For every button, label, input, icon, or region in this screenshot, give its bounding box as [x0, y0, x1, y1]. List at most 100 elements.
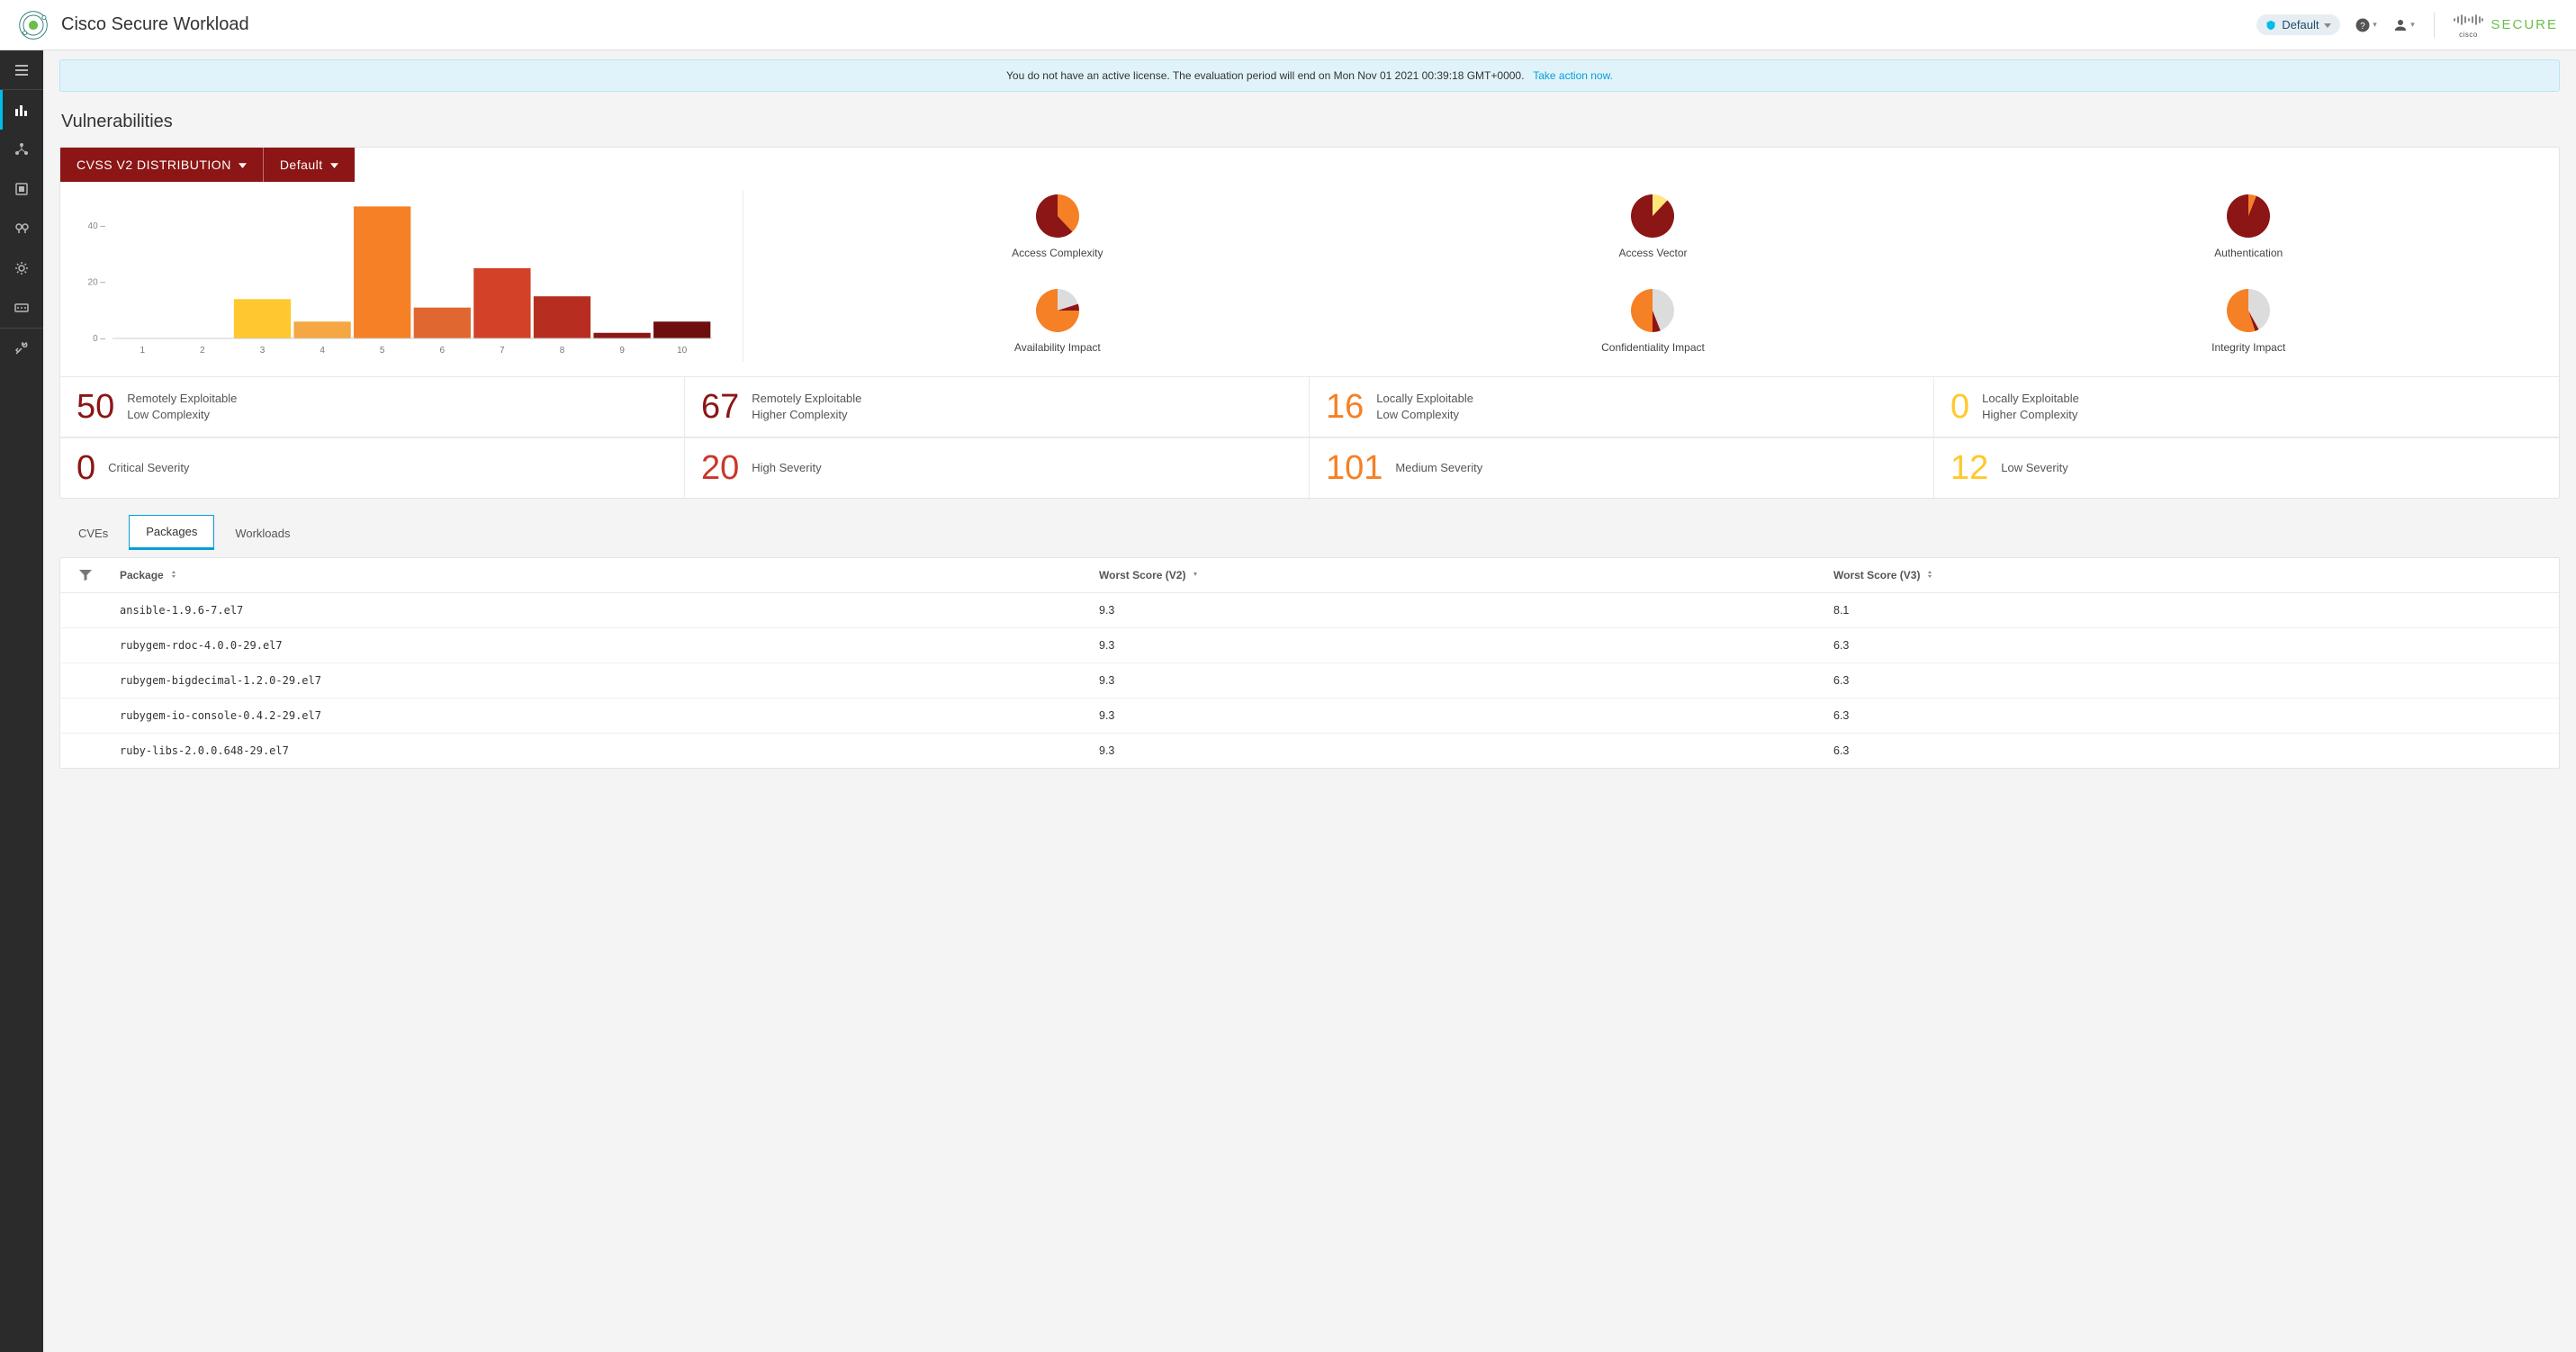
- nav-tools[interactable]: [0, 329, 43, 368]
- cell-package: rubygem-rdoc-4.0.0-29.el7: [111, 628, 1090, 662]
- pie-availability-impact[interactable]: Availability Impact: [760, 285, 1356, 354]
- pie-label: Integrity Impact: [1950, 341, 2546, 354]
- page-title: Vulnerabilities: [61, 112, 2560, 132]
- caret-down-icon: ▾: [2410, 20, 2415, 30]
- table-row[interactable]: ansible-1.9.6-7.el7 9.3 8.1: [60, 593, 2559, 628]
- svg-text:?: ?: [2361, 21, 2366, 31]
- cell-package: rubygem-io-console-0.4.2-29.el7: [111, 699, 1090, 733]
- cell-worst-v3: 6.3: [1824, 628, 2559, 662]
- scope-selector[interactable]: Default: [2256, 14, 2340, 35]
- cell-worst-v2: 9.3: [1090, 628, 1824, 662]
- cvss-distribution-chart: 0 –20 –40 –12345678910: [73, 191, 721, 362]
- table-row[interactable]: rubygem-bigdecimal-1.2.0-29.el7 9.3 6.3: [60, 663, 2559, 699]
- pie-access-complexity[interactable]: Access Complexity: [760, 191, 1356, 259]
- bar-8[interactable]: [534, 296, 590, 338]
- svg-text:40 –: 40 –: [88, 221, 106, 231]
- help-menu[interactable]: ? ▾: [2353, 13, 2378, 38]
- pie-label: Authentication: [1950, 247, 2546, 259]
- stat-value: 16: [1326, 390, 1364, 424]
- nav-dashboard[interactable]: [0, 90, 43, 130]
- table-row[interactable]: rubygem-io-console-0.4.2-29.el7 9.3 6.3: [60, 699, 2559, 734]
- table-header: Package Worst Score (V2) Worst Score (V3…: [60, 558, 2559, 593]
- stat-card[interactable]: 67 Remotely ExploitableHigher Complexity: [685, 377, 1310, 437]
- left-sidebar: [0, 50, 43, 1352]
- col-header-package[interactable]: Package: [111, 558, 1090, 592]
- user-menu[interactable]: ▾: [2391, 13, 2416, 38]
- cell-package: rubygem-bigdecimal-1.2.0-29.el7: [111, 663, 1090, 698]
- nav-settings[interactable]: [0, 248, 43, 288]
- cell-worst-v3: 6.3: [1824, 734, 2559, 768]
- nav-topology[interactable]: [0, 130, 43, 169]
- product-logo: [18, 10, 49, 41]
- pie-access-vector[interactable]: Access Vector: [1356, 191, 1951, 259]
- table-row[interactable]: rubygem-rdoc-4.0.0-29.el7 9.3 6.3: [60, 628, 2559, 663]
- cell-worst-v3: 6.3: [1824, 699, 2559, 733]
- sort-desc-icon: [1191, 569, 1200, 581]
- stat-card[interactable]: 12 Low Severity: [1934, 438, 2559, 498]
- stat-value: 20: [701, 451, 739, 485]
- tab-cves[interactable]: CVEs: [61, 517, 125, 550]
- sidebar-toggle[interactable]: [0, 50, 43, 90]
- caret-down-icon: ▾: [2373, 20, 2377, 30]
- bar-4[interactable]: [293, 321, 350, 338]
- tab-workloads[interactable]: Workloads: [218, 517, 307, 550]
- tabs-row: CVEsPackagesWorkloads: [59, 515, 2560, 550]
- svg-text:7: 7: [500, 346, 505, 356]
- stat-row-exploitability: 50 Remotely ExploitableLow Complexity 67…: [60, 376, 2559, 437]
- pie-authentication[interactable]: Authentication: [1950, 191, 2546, 259]
- col-header-worst-v2[interactable]: Worst Score (V2): [1090, 558, 1824, 592]
- pie-confidentiality-impact[interactable]: Confidentiality Impact: [1356, 285, 1951, 354]
- svg-text:0 –: 0 –: [93, 334, 105, 344]
- stat-value: 50: [77, 390, 114, 424]
- distribution-metric-selector[interactable]: CVSS V2 DISTRIBUTION: [60, 148, 264, 182]
- bar-9[interactable]: [593, 333, 650, 338]
- stat-label: Critical Severity: [108, 460, 189, 476]
- app-title: Cisco Secure Workload: [61, 14, 249, 35]
- bar-3[interactable]: [234, 299, 291, 338]
- svg-text:2: 2: [200, 346, 205, 356]
- stat-label: Locally ExploitableLow Complexity: [1376, 391, 1473, 422]
- svg-text:6: 6: [440, 346, 446, 356]
- tab-packages[interactable]: Packages: [129, 515, 214, 550]
- distribution-metric-label: CVSS V2 DISTRIBUTION: [77, 158, 231, 172]
- banner-action-link[interactable]: Take action now.: [1533, 69, 1613, 82]
- table-row[interactable]: ruby-libs-2.0.0.648-29.el7 9.3 6.3: [60, 734, 2559, 768]
- bar-6[interactable]: [414, 308, 471, 338]
- bar-7[interactable]: [473, 268, 530, 338]
- nav-monitor[interactable]: [0, 288, 43, 328]
- pie-label: Access Vector: [1356, 247, 1951, 259]
- stat-card[interactable]: 50 Remotely ExploitableLow Complexity: [60, 377, 685, 437]
- stat-value: 0: [77, 451, 95, 485]
- stat-label: Remotely ExploitableLow Complexity: [127, 391, 237, 422]
- secure-text: SECURE: [2490, 17, 2558, 32]
- header-separator: [2434, 13, 2435, 38]
- col-header-worst-v3[interactable]: Worst Score (V3): [1824, 558, 2559, 592]
- sort-both-icon: [169, 569, 178, 581]
- cell-package: ruby-libs-2.0.0.648-29.el7: [111, 734, 1090, 768]
- distribution-controls: CVSS V2 DISTRIBUTION Default: [60, 148, 355, 182]
- factor-pie-charts: Access Complexity Access Vector Authenti…: [743, 191, 2546, 362]
- stat-card[interactable]: 20 High Severity: [685, 438, 1310, 498]
- pie-label: Availability Impact: [760, 341, 1356, 354]
- bar-10[interactable]: [653, 321, 710, 338]
- cisco-logo: cisco: [2453, 11, 2483, 39]
- nav-investigate[interactable]: [0, 209, 43, 248]
- caret-down-icon: [239, 161, 247, 169]
- stat-value: 67: [701, 390, 739, 424]
- svg-text:1: 1: [140, 346, 146, 356]
- stat-card[interactable]: 16 Locally ExploitableLow Complexity: [1310, 377, 1934, 437]
- stat-label: High Severity: [752, 460, 821, 476]
- nav-workloads[interactable]: [0, 169, 43, 209]
- scope-icon: [2265, 20, 2276, 31]
- license-banner: You do not have an active license. The e…: [59, 59, 2560, 92]
- stat-label: Remotely ExploitableHigher Complexity: [752, 391, 861, 422]
- bar-5[interactable]: [354, 206, 410, 338]
- pie-integrity-impact[interactable]: Integrity Impact: [1950, 285, 2546, 354]
- distribution-scope-selector[interactable]: Default: [264, 148, 355, 182]
- cell-worst-v2: 9.3: [1090, 663, 1824, 698]
- table-filter-button[interactable]: [60, 568, 111, 582]
- stat-card[interactable]: 0 Critical Severity: [60, 438, 685, 498]
- stat-value: 0: [1950, 390, 1969, 424]
- stat-card[interactable]: 0 Locally ExploitableHigher Complexity: [1934, 377, 2559, 437]
- stat-card[interactable]: 101 Medium Severity: [1310, 438, 1934, 498]
